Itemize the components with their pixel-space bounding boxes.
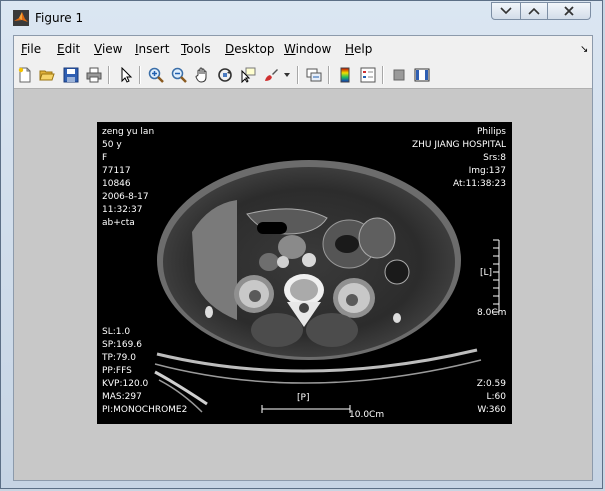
mas: MAS:297 bbox=[102, 392, 142, 402]
close-button[interactable] bbox=[547, 2, 591, 20]
menu-insert[interactable]: Insert bbox=[135, 42, 169, 56]
bottom-orientation-marker: [P] bbox=[297, 393, 310, 403]
menu-desktop[interactable]: Desktop bbox=[225, 42, 275, 56]
maximize-icon bbox=[528, 7, 540, 15]
new-figure-icon[interactable] bbox=[16, 66, 34, 84]
show-plot-tools-icon[interactable] bbox=[413, 66, 431, 84]
study-description: ab+cta bbox=[102, 218, 135, 228]
open-file-icon[interactable] bbox=[38, 66, 56, 84]
toolbar-separator bbox=[108, 66, 110, 84]
menu-window[interactable]: Window bbox=[284, 42, 331, 56]
zoom-out-icon[interactable] bbox=[170, 66, 188, 84]
toolbar-separator bbox=[297, 66, 299, 84]
figure-toolbar bbox=[14, 62, 592, 89]
menu-file[interactable]: File bbox=[21, 42, 41, 56]
manufacturer: Philips bbox=[476, 127, 506, 137]
study-time: 11:32:37 bbox=[102, 205, 143, 215]
study-id: 10846 bbox=[102, 179, 131, 189]
scanner-info-overlay: Philips ZHU JIANG HOSPITAL Srs:8 Img:137 At:… bbox=[412, 126, 506, 191]
acquisition-time: At:11:38:23 bbox=[453, 179, 506, 189]
series-number: Srs:8 bbox=[483, 153, 506, 163]
menu-view[interactable]: View bbox=[94, 42, 122, 56]
print-figure-icon[interactable] bbox=[85, 66, 103, 84]
brush-icon[interactable] bbox=[262, 66, 280, 84]
save-figure-icon[interactable] bbox=[62, 66, 80, 84]
toolbar-separator bbox=[328, 66, 330, 84]
matlab-logo-icon bbox=[13, 10, 29, 26]
vertical-scale-label: 8.0Cm bbox=[477, 308, 507, 318]
dock-figure-icon[interactable]: ↘ bbox=[580, 44, 588, 55]
patient-age: 50 y bbox=[102, 140, 122, 150]
hide-plot-tools-icon[interactable] bbox=[390, 66, 408, 84]
slice-position: SP:169.6 bbox=[102, 340, 142, 350]
ct-scan-image[interactable]: zeng yu lan 50 y F 77117 10846 2006-8-17 11:32… bbox=[97, 122, 512, 424]
minimize-button[interactable] bbox=[491, 2, 521, 20]
zoom-in-icon[interactable] bbox=[147, 66, 165, 84]
window-width: W:360 bbox=[477, 405, 506, 415]
table-position: TP:79.0 bbox=[102, 353, 136, 363]
menu-tools[interactable]: Tools bbox=[181, 42, 211, 56]
edit-plot-arrow-icon[interactable] bbox=[117, 66, 135, 84]
zoom-value: Z:0.59 bbox=[476, 379, 506, 389]
minimize-icon bbox=[500, 7, 512, 15]
menu-help[interactable]: Help bbox=[345, 42, 372, 56]
pan-hand-icon[interactable] bbox=[193, 66, 211, 84]
title-bar[interactable]: Figure 1 bbox=[1, 1, 604, 35]
image-number: Img:137 bbox=[468, 166, 506, 176]
rotate-3d-icon[interactable] bbox=[216, 66, 234, 84]
figure-window: Figure 1 File Edit View Insert Tools Des… bbox=[0, 0, 603, 489]
menu-bar: File Edit View Insert Tools Desktop Wind… bbox=[14, 36, 592, 62]
hospital-name: ZHU JIANG HOSPITAL bbox=[411, 140, 506, 150]
study-date: 2006-8-17 bbox=[102, 192, 149, 202]
figure-client-area: File Edit View Insert Tools Desktop Wind… bbox=[13, 35, 593, 481]
kvp: KVP:120.0 bbox=[102, 379, 149, 389]
patient-info-overlay: zeng yu lan 50 y F 77117 10846 2006-8-17 11:32… bbox=[102, 126, 154, 230]
data-cursor-icon[interactable] bbox=[239, 66, 257, 84]
slice-thickness: SL:1.0 bbox=[102, 327, 131, 337]
horizontal-scale-label: 10.0Cm bbox=[349, 410, 385, 420]
link-plot-icon[interactable] bbox=[305, 66, 323, 84]
window-title: Figure 1 bbox=[35, 11, 84, 25]
figure-canvas[interactable]: zeng yu lan 50 y F 77117 10846 2006-8-17 11:32… bbox=[14, 89, 592, 480]
window-level: L:60 bbox=[486, 392, 507, 402]
acquisition-params-overlay: SL:1.0 SP:169.6 TP:79.0 PP:FFS KVP:120.0 MAS:… bbox=[102, 326, 187, 417]
toolbar-separator bbox=[382, 66, 384, 84]
patient-id: 77117 bbox=[102, 166, 131, 176]
menu-edit[interactable]: Edit bbox=[57, 42, 80, 56]
insert-legend-icon[interactable] bbox=[359, 66, 377, 84]
brush-dropdown-icon[interactable] bbox=[282, 66, 292, 84]
patient-sex: F bbox=[102, 153, 108, 163]
patient-position: PP:FFS bbox=[102, 366, 132, 376]
maximize-button[interactable] bbox=[520, 2, 548, 20]
patient-name: zeng yu lan bbox=[102, 127, 155, 137]
window-level-overlay: Z:0.59 L:60 W:360 bbox=[477, 378, 506, 417]
photometric-interpretation: PI:MONOCHROME2 bbox=[102, 405, 188, 415]
close-icon bbox=[564, 6, 574, 16]
toolbar-separator bbox=[139, 66, 141, 84]
insert-colorbar-icon[interactable] bbox=[336, 66, 354, 84]
side-orientation-marker: [L] bbox=[480, 268, 493, 278]
